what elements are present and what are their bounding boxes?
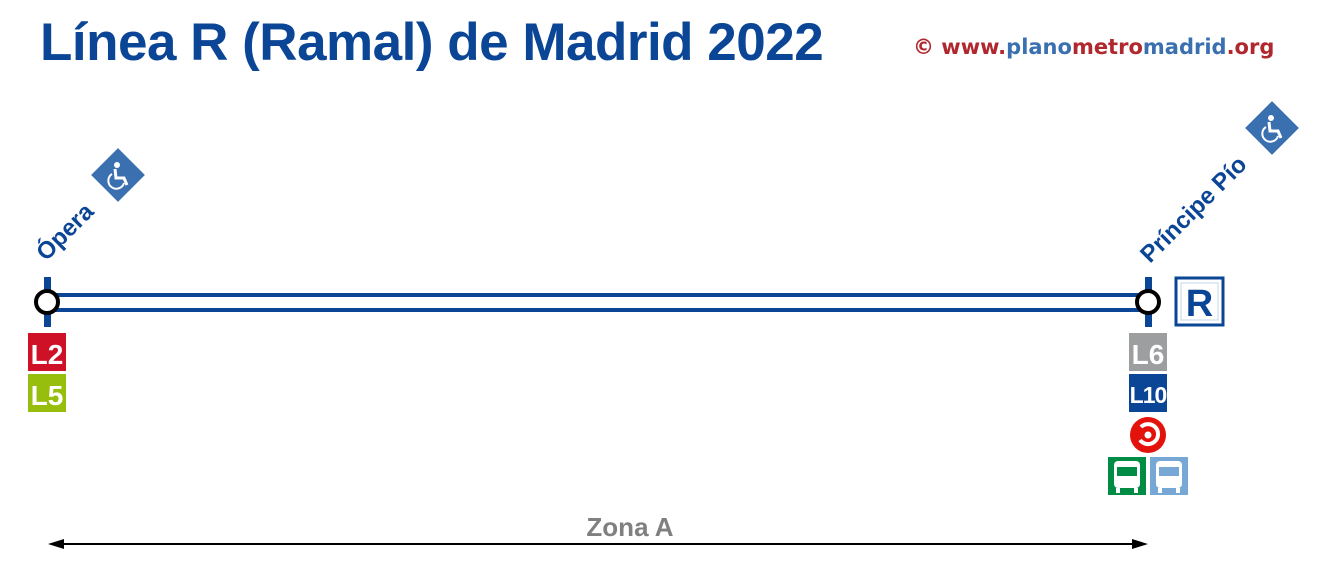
connection-badge-l2[interactable]: L2 bbox=[28, 333, 66, 371]
station-opera[interactable]: Ópera L2 L5 bbox=[28, 146, 147, 412]
station-name: Ópera bbox=[30, 197, 99, 266]
connection-badge-l6[interactable]: L6 bbox=[1129, 333, 1167, 371]
cercanias-icon bbox=[1130, 417, 1166, 453]
wheelchair-icon bbox=[1243, 99, 1301, 157]
interurban-bus-icon bbox=[1108, 457, 1146, 495]
connection-badge-l5[interactable]: L5 bbox=[28, 374, 66, 412]
svg-text:L2: L2 bbox=[31, 339, 64, 370]
svg-text:L6: L6 bbox=[1132, 339, 1165, 370]
zone-label: Zona A bbox=[586, 512, 673, 542]
station-name: Príncipe Pío bbox=[1135, 151, 1252, 268]
svg-text:L5: L5 bbox=[31, 380, 64, 411]
svg-text:R: R bbox=[1186, 283, 1213, 325]
urban-bus-icon bbox=[1150, 457, 1188, 495]
station-principe-pio[interactable]: Príncipe Pío R L6 L10 bbox=[1108, 99, 1301, 495]
svg-text:L10: L10 bbox=[1130, 382, 1167, 408]
wheelchair-icon bbox=[89, 146, 147, 204]
connection-badge-l10[interactable]: L10 bbox=[1129, 374, 1168, 412]
line-r-badge: R bbox=[1174, 276, 1225, 327]
line-diagram: Ópera L2 L5 Príncipe Pío R L6 L10 Zona A bbox=[28, 99, 1301, 549]
